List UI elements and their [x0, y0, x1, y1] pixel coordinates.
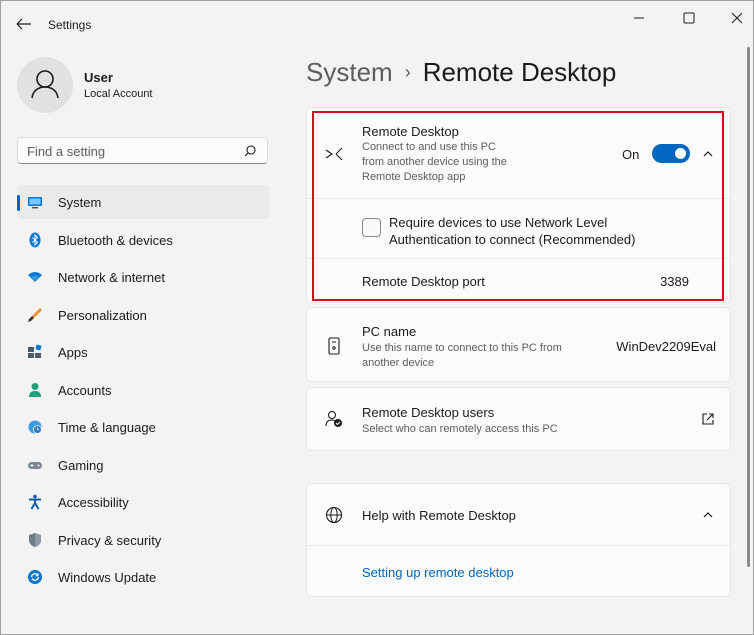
setup-remote-desktop-link[interactable]: Setting up remote desktop [362, 565, 514, 580]
globe-help-icon [325, 506, 343, 524]
search-input[interactable]: Find a setting [17, 137, 268, 164]
remote-desktop-row[interactable]: Remote Desktop Connect to and use this P… [307, 108, 730, 198]
nla-label-2: Authentication to connect (Recommended) [389, 232, 636, 247]
sidebar-item-privacy[interactable]: Privacy & security [17, 523, 269, 557]
brush-icon [28, 307, 42, 322]
remote-desktop-desc-3: Remote Desktop app [362, 171, 466, 183]
remote-desktop-desc-1: Connect to and use this PC [362, 141, 496, 153]
maximize-icon[interactable] [671, 9, 707, 27]
pc-name-desc-1: Use this name to connect to this PC from [362, 342, 562, 354]
settings-window: Settings User Local Account Find a setti… [0, 0, 754, 635]
pc-name-card: PC name Use this name to connect to this… [306, 307, 731, 382]
remote-desktop-desc-2: from another device using the [362, 156, 507, 168]
remote-desktop-title: Remote Desktop [362, 124, 459, 139]
gamepad-icon [28, 461, 42, 469]
help-card: Help with Remote Desktop Setting up remo… [306, 483, 731, 597]
sidebar-item-label: Privacy & security [58, 532, 162, 548]
sidebar-item-label: System [58, 195, 102, 210]
port-value: 3389 [660, 274, 689, 289]
remote-desktop-users-card[interactable]: Remote Desktop users Select who can remo… [306, 387, 731, 451]
sidebar-item-label: Bluetooth & devices [58, 232, 173, 248]
rd-users-title: Remote Desktop users [362, 405, 495, 420]
remote-desktop-toggle[interactable] [652, 144, 690, 163]
title-bar: Settings [1, 1, 753, 47]
app-title: Settings [48, 18, 92, 32]
nla-label-1: Require devices to use Network Level [389, 215, 608, 230]
chevron-up-icon[interactable] [700, 146, 716, 162]
user-profile[interactable]: User Local Account [17, 57, 277, 113]
sidebar-item-accessibility[interactable]: Accessibility [17, 485, 269, 519]
wifi-icon [28, 272, 42, 282]
nla-checkbox[interactable] [362, 218, 381, 237]
system-icon [28, 197, 42, 209]
chevron-up-icon[interactable] [700, 507, 716, 523]
sidebar-item-label: Gaming [58, 457, 104, 473]
accessibility-icon [29, 494, 41, 510]
nla-row[interactable]: Require devices to use Network Level Aut… [307, 198, 730, 258]
active-indicator [17, 195, 20, 211]
globe-clock-icon [28, 420, 42, 434]
remote-desktop-icon [325, 147, 343, 161]
sidebar-item-label: Personalization [58, 307, 147, 323]
person-avatar-icon [31, 70, 59, 99]
sidebar-item-label: Apps [58, 345, 88, 360]
sidebar-item-accounts[interactable]: Accounts [17, 373, 269, 407]
update-icon [28, 570, 42, 584]
minimize-icon[interactable] [621, 9, 657, 27]
sidebar-item-time-language[interactable]: Time & language [17, 410, 269, 444]
breadcrumb-separator: › [404, 62, 411, 82]
sidebar-item-bluetooth[interactable]: Bluetooth & devices [17, 223, 269, 257]
person-icon [29, 382, 41, 397]
pc-icon [328, 337, 340, 355]
sidebar-nav: System Bluetooth & devices Network & int… [17, 185, 269, 598]
sidebar-item-label: Network & internet [58, 270, 165, 285]
apps-icon [28, 344, 42, 358]
avatar [17, 57, 73, 113]
port-row: Remote Desktop port 3389 [307, 258, 730, 303]
users-icon [325, 410, 342, 427]
sidebar-item-label: Accounts [58, 382, 112, 398]
rd-users-desc: Select who can remotely access this PC [362, 423, 558, 435]
breadcrumb: System › Remote Desktop [306, 57, 616, 88]
sidebar-item-network[interactable]: Network & internet [17, 260, 269, 294]
sidebar-item-label: Time & language [58, 420, 156, 435]
sidebar-item-gaming[interactable]: Gaming [17, 448, 269, 482]
pc-name-title: PC name [362, 324, 417, 339]
help-title: Help with Remote Desktop [362, 508, 516, 523]
sidebar-item-windows-update[interactable]: Windows Update [17, 560, 269, 594]
bluetooth-icon [29, 232, 41, 247]
toggle-state-label: On [622, 147, 640, 162]
sidebar-item-personalization[interactable]: Personalization [17, 298, 269, 332]
pc-name-value: WinDev2209Eval [616, 339, 716, 354]
user-name: User [84, 70, 113, 85]
remote-desktop-card: Remote Desktop Connect to and use this P… [306, 107, 731, 303]
sidebar-item-system[interactable]: System [17, 185, 269, 219]
sidebar-item-label: Accessibility [58, 495, 129, 510]
port-label: Remote Desktop port [362, 274, 485, 289]
breadcrumb-parent[interactable]: System [306, 57, 393, 87]
pc-name-desc-2: another device [362, 357, 435, 369]
sidebar-item-label: Windows Update [58, 570, 157, 585]
shield-icon [29, 532, 41, 547]
sidebar-item-apps[interactable]: Apps [17, 335, 269, 369]
external-link-icon [702, 413, 714, 425]
back-arrow-icon[interactable] [13, 14, 35, 34]
page-title: Remote Desktop [422, 57, 617, 87]
help-header[interactable]: Help with Remote Desktop [307, 484, 730, 545]
help-link-row: Setting up remote desktop [307, 545, 730, 597]
search-placeholder: Find a setting [27, 144, 106, 159]
scrollbar[interactable] [747, 47, 750, 567]
account-type: Local Account [84, 88, 153, 100]
close-icon[interactable] [719, 9, 754, 27]
search-icon [244, 145, 256, 157]
